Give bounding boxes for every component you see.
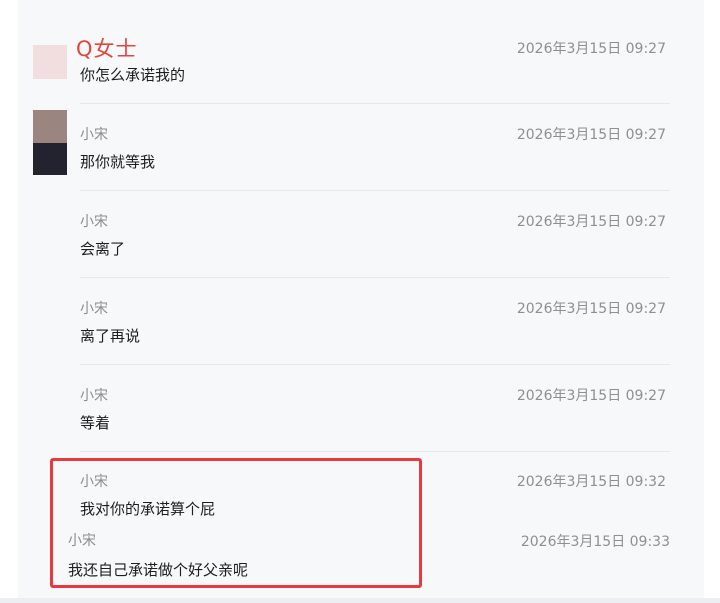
message-timestamp: 2026年3月15日 09:27	[516, 301, 666, 317]
message-timestamp: 2026年3月15日 09:27	[516, 388, 666, 404]
message-text: 那你就等我	[80, 153, 156, 171]
message-divider	[80, 190, 670, 191]
sender-name: Q女士	[76, 37, 138, 61]
message-timestamp: 2026年3月15日 09:32	[516, 474, 666, 490]
avatar	[33, 143, 67, 175]
bottom-border	[0, 598, 720, 603]
message-text: 等着	[80, 414, 111, 432]
message-text: 离了再说	[80, 327, 141, 345]
message-divider	[80, 364, 670, 365]
avatar	[33, 110, 67, 143]
sender-name: 小宋	[80, 388, 108, 404]
message-text: 你怎么承诺我的	[80, 66, 186, 84]
message-timestamp: 2026年3月15日 09:33	[520, 534, 670, 550]
sender-name: 小宋	[80, 301, 108, 317]
message-timestamp: 2026年3月15日 09:27	[516, 41, 666, 57]
message-divider	[80, 451, 670, 452]
sender-name: 小宋	[80, 214, 108, 230]
message-divider	[80, 277, 670, 278]
message-divider	[80, 103, 670, 104]
message-timestamp: 2026年3月15日 09:27	[516, 214, 666, 230]
highlight-box	[50, 458, 422, 588]
avatar	[33, 45, 67, 79]
sender-name: 小宋	[80, 127, 108, 143]
message-text: 会离了	[80, 240, 126, 258]
message-timestamp: 2026年3月15日 09:27	[516, 127, 666, 143]
